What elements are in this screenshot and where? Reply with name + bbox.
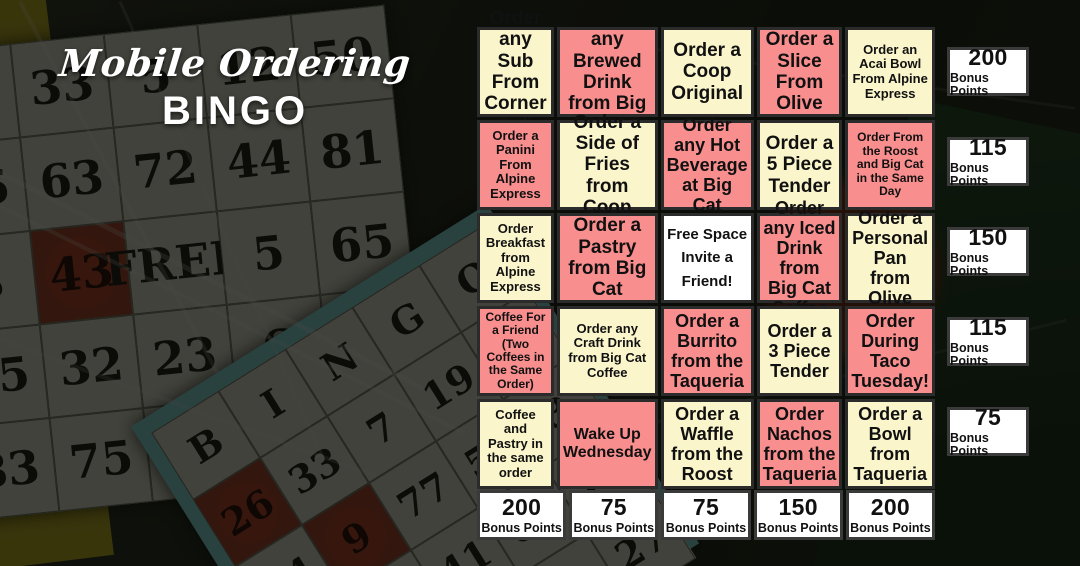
bonus-points-label: Bonus Points: [950, 160, 989, 189]
bingo-board: 2233512501563724481843FREE56555322363083…: [0, 0, 1080, 566]
bingo-cell-text: Coffee For a Friend (Two Coffees in the …: [485, 309, 546, 391]
bingo-cell-text: Order any Iced Drink from Big Cat Coffee: [763, 197, 836, 319]
bingo-cell-text: Order a Panini From Alpine Express: [490, 127, 541, 201]
bonus-points-box: 75 Bonus Points: [947, 403, 1029, 459]
bonus-points-row: 200 Bonus Points 75 Bonus Points 75 Bonus Poi…: [477, 490, 935, 540]
bonus-points-value: 200: [968, 43, 1008, 70]
bingo-grid: Order any Sub From Corner Deli any Brewed…: [477, 8, 935, 489]
bingo-cell-text: Order a Slice From Olive: [765, 29, 834, 115]
bingo-cell[interactable]: Order a Side of Fries from Coop: [556, 112, 658, 218]
bonus-points-label: Bonus Points: [950, 340, 989, 369]
bonus-points-column: 200 Bonus Points 115 Bonus Points 150 Bonus P…: [947, 43, 1029, 459]
bonus-points-box: 75 Bonus Points: [569, 490, 659, 540]
bonus-points-label: Bonus Points: [757, 521, 839, 535]
page-title: Mobile Ordering BINGO: [0, 41, 470, 133]
bonus-points-value: 115: [968, 313, 1007, 340]
bingo-cell[interactable]: Order an Acai Bowl From Alpine Express: [845, 27, 935, 117]
bonus-points-value: 75: [600, 493, 627, 520]
bonus-points-box: 150 Bonus Points: [753, 490, 843, 540]
bingo-cell-text: Order any Hot Beverage at Big Cat: [666, 114, 748, 216]
bonus-points-label: Bonus Points: [950, 70, 989, 99]
bingo-cell-text: Order any Sub From Corner Deli: [484, 8, 547, 135]
bingo-cell[interactable]: Wake Up Wednesday: [556, 399, 658, 489]
bingo-cell-text: Order any Craft Drink from Big Cat Coffe…: [568, 320, 647, 380]
bingo-cell[interactable]: Order From the Roost and Big Cat in the …: [845, 120, 935, 210]
bingo-cell-text: Order a Personal Pan from Olive: [852, 207, 929, 309]
bingo-cell[interactable]: Order a Pastry from Big Cat: [556, 213, 658, 303]
bingo-cell-text: Order a Pastry from Big Cat: [568, 215, 647, 301]
bonus-points-box: 115 Bonus Points: [947, 133, 1029, 189]
bingo-cell[interactable]: Coffee For a Friend (Two Coffees in the …: [477, 306, 554, 396]
bonus-points-label: Bonus Points: [950, 430, 989, 459]
bingo-cell[interactable]: Order a Panini From Alpine Express: [477, 120, 554, 210]
bonus-points-box: 200 Bonus Points: [845, 490, 935, 540]
bingo-cell[interactable]: Order a Slice From Olive: [756, 27, 843, 117]
bingo-cell-text: Order a Burrito from the Taqueria: [670, 310, 744, 392]
bonus-points-box: 200 Bonus Points: [947, 43, 1029, 99]
bonus-points-value: 150: [968, 223, 1008, 250]
bingo-cell-text: Order a Side of Fries from Coop: [573, 111, 642, 218]
bonus-points-value: 75: [974, 403, 1002, 430]
bonus-points-box: 150 Bonus Points: [947, 223, 1029, 279]
bonus-points-label: Bonus Points: [481, 521, 562, 535]
bingo-cell[interactable]: Order Breakfast from Alpine Express: [477, 213, 554, 303]
bingo-cell-text: Order a Coop Original: [671, 40, 743, 104]
bingo-cell[interactable]: Free Space Invite a Friend!: [660, 213, 754, 303]
bingo-cell-text: Order During Taco Tuesday!: [851, 310, 929, 392]
bingo-cell[interactable]: Order a 5 Piece Tender: [756, 120, 843, 210]
bonus-points-label: Bonus Points: [950, 250, 989, 279]
bonus-points-label: Bonus Points: [850, 521, 931, 535]
bonus-points-value: 115: [968, 133, 1007, 160]
bingo-cell-text: Order Nachos from the Taqueria: [762, 403, 837, 485]
bingo-cell[interactable]: Order Nachos from the Taqueria: [756, 399, 843, 489]
bingo-cell-text: Free Space Invite a Friend!: [667, 226, 748, 290]
bingo-cell[interactable]: Coffee and Pastry in the same order: [477, 399, 554, 489]
bingo-cell[interactable]: Order a Personal Pan from Olive: [845, 208, 935, 308]
bingo-cell[interactable]: Order any Craft Drink from Big Cat Coffe…: [556, 306, 658, 396]
bingo-cell[interactable]: Order a Coop Original: [660, 27, 754, 117]
title-script-line: Mobile Ordering: [57, 41, 413, 85]
bonus-points-value: 200: [501, 493, 542, 520]
bingo-cell[interactable]: Order a Burrito from the Taqueria: [660, 306, 754, 396]
bingo-cell[interactable]: any Brewed Drink from Big: [556, 27, 658, 117]
bonus-points-label: Bonus Points: [665, 521, 747, 535]
bingo-cell[interactable]: Order a 3 Piece Tender: [756, 306, 843, 396]
bingo-cell[interactable]: Order a Waffle from the Roost: [660, 399, 754, 489]
bingo-cell[interactable]: Order During Taco Tuesday!: [845, 306, 935, 396]
bonus-points-value: 75: [692, 493, 720, 520]
bingo-cell[interactable]: Order any Hot Beverage at Big Cat: [660, 115, 754, 215]
bingo-cell-text: any Brewed Drink from Big: [568, 29, 647, 115]
bingo-cell-text: Order a Waffle from the Roost: [671, 403, 744, 485]
bingo-cell-text: Wake Up Wednesday: [562, 426, 652, 461]
bingo-cell-text: Coffee and Pastry in the same order: [487, 406, 544, 480]
bonus-points-box: 200 Bonus Points: [477, 490, 567, 540]
bingo-cell-text: Order a 3 Piece Tender: [767, 320, 832, 382]
bingo-cell[interactable]: Order any Sub From Corner Deli: [477, 8, 554, 136]
bonus-points-value: 200: [870, 493, 911, 520]
bingo-cell-text: Order From the Roost and Big Cat in the …: [856, 130, 924, 199]
bonus-points-label: Bonus Points: [573, 521, 655, 535]
bingo-cell-text: Order a 5 Piece Tender: [765, 133, 834, 197]
bingo-cell-text: Order a Bowl from Taqueria: [853, 403, 927, 485]
bonus-points-value: 150: [778, 493, 818, 520]
bonus-points-box: 75 Bonus Points: [661, 490, 751, 540]
bingo-cell[interactable]: Order a Bowl from Taqueria: [845, 399, 935, 489]
bonus-points-box: 115 Bonus Points: [947, 313, 1029, 369]
bingo-cell-text: Order an Acai Bowl From Alpine Express: [852, 41, 928, 101]
bingo-cell-text: Order Breakfast from Alpine Express: [485, 220, 546, 294]
title-main-line: BINGO: [161, 88, 309, 133]
bingo-cell[interactable]: Order any Iced Drink from Big Cat Coffee: [756, 198, 843, 318]
